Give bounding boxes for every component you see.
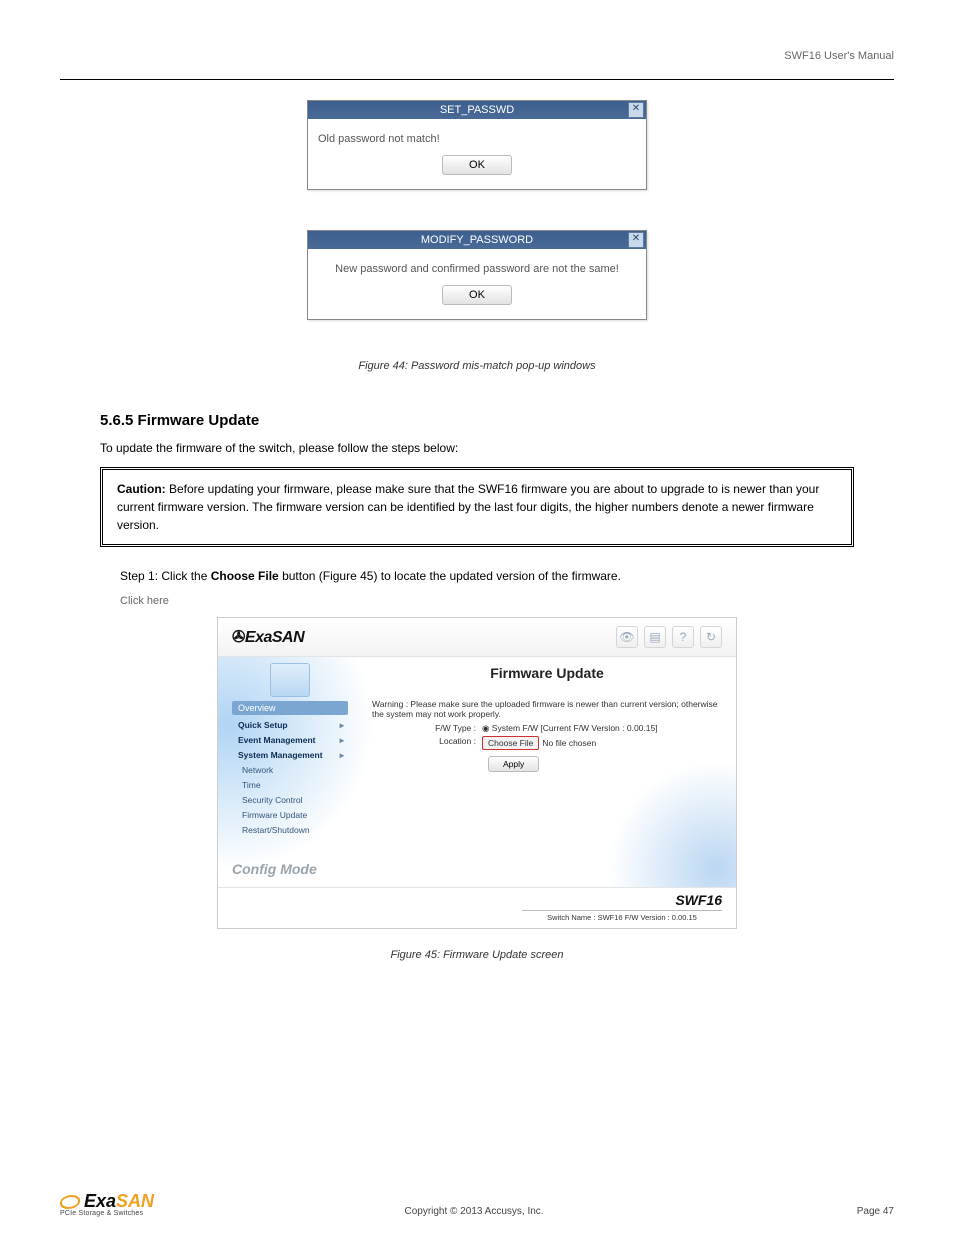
doc-title: SWF16 User's Manual bbox=[60, 40, 894, 62]
chevron-right-icon: ▸ bbox=[340, 735, 344, 746]
exasan-logo: ✇ExaSAN bbox=[232, 627, 304, 647]
dialog-title: SET_PASSWD ✕ bbox=[308, 101, 646, 119]
status-line: Switch Name : SWF16 F/W Version : 0.00.1… bbox=[522, 910, 722, 922]
dialog-title-text: MODIFY_PASSWORD bbox=[421, 234, 533, 246]
sidebar-overview[interactable]: Overview bbox=[232, 701, 348, 715]
figure-caption-44: Figure 44: Password mis-match pop-up win… bbox=[60, 360, 894, 372]
sidebar-item-security-control[interactable]: Security Control bbox=[232, 793, 348, 807]
fw-type-value: ◉ System F/W [Current F/W Version : 0.00… bbox=[482, 723, 722, 734]
location-label: Location : bbox=[372, 736, 482, 750]
firmware-update-screenshot: ✇ExaSAN 👁 ▤ ? ↻ Overview Quick Setup▸ Ev… bbox=[217, 617, 737, 929]
page-icon[interactable]: ▤ bbox=[644, 626, 666, 648]
dialog-message: New password and confirmed password are … bbox=[308, 249, 646, 319]
exasan-footer-logo: ExaSAN PCIe Storage & Switches bbox=[60, 1191, 154, 1217]
section-intro: To update the firmware of the switch, pl… bbox=[100, 439, 854, 457]
chevron-right-icon: ▸ bbox=[340, 750, 344, 761]
sidebar-item-system-management[interactable]: System Management▸ bbox=[232, 748, 348, 762]
sidebar-item-quick-setup[interactable]: Quick Setup▸ bbox=[232, 718, 348, 732]
ok-button[interactable]: OK bbox=[442, 285, 512, 305]
refresh-icon[interactable]: ↻ bbox=[700, 626, 722, 648]
no-file-chosen: No file chosen bbox=[542, 738, 596, 748]
modify-password-dialog: MODIFY_PASSWORD ✕ New password and confi… bbox=[307, 230, 647, 320]
section-heading: 5.6.5 Firmware Update bbox=[100, 412, 894, 429]
apply-button[interactable]: Apply bbox=[488, 756, 539, 772]
footer-tagline: PCIe Storage & Switches bbox=[60, 1210, 154, 1217]
caution-box: Caution: Before updating your firmware, … bbox=[100, 467, 854, 547]
sidebar-item-network[interactable]: Network bbox=[232, 763, 348, 777]
fw-type-label: F/W Type : bbox=[372, 723, 482, 734]
figure-caption-45: Figure 45: Firmware Update screen bbox=[60, 949, 894, 961]
sidebar-item-restart-shutdown[interactable]: Restart/Shutdown bbox=[232, 823, 348, 837]
chevron-right-icon: ▸ bbox=[340, 720, 344, 731]
sidebar: Overview Quick Setup▸ Event Management▸ … bbox=[218, 657, 358, 887]
model-label: SWF16 bbox=[232, 892, 722, 908]
help-icon[interactable]: ? bbox=[672, 626, 694, 648]
copyright: Copyright © 2013 Accusys, Inc. bbox=[154, 1206, 794, 1217]
eye-icon[interactable]: 👁 bbox=[616, 626, 638, 648]
click-here-annotation: Click here bbox=[120, 595, 894, 607]
dialog-title-text: SET_PASSWD bbox=[440, 104, 514, 116]
config-mode-label: Config Mode bbox=[232, 861, 317, 877]
caution-text: Before updating your firmware, please ma… bbox=[117, 482, 819, 532]
overview-icon bbox=[270, 663, 310, 697]
warning-text: Warning : Please make sure the uploaded … bbox=[372, 699, 722, 719]
close-icon[interactable]: ✕ bbox=[628, 232, 644, 248]
choose-file-button[interactable]: Choose File bbox=[482, 736, 539, 750]
dialog-message: Old password not match! OK bbox=[308, 119, 646, 189]
sidebar-item-time[interactable]: Time bbox=[232, 778, 348, 792]
sidebar-item-firmware-update[interactable]: Firmware Update bbox=[232, 808, 348, 822]
page-number: Page 47 bbox=[794, 1206, 894, 1217]
dialog-title: MODIFY_PASSWORD ✕ bbox=[308, 231, 646, 249]
step-1: Step 1: Click the Choose File button (Fi… bbox=[120, 567, 854, 585]
caution-label: Caution: bbox=[117, 482, 166, 496]
close-icon[interactable]: ✕ bbox=[628, 102, 644, 118]
ok-button[interactable]: OK bbox=[442, 155, 512, 175]
set-passwd-dialog: SET_PASSWD ✕ Old password not match! OK bbox=[307, 100, 647, 190]
sidebar-item-event-management[interactable]: Event Management▸ bbox=[232, 733, 348, 747]
page-title: Firmware Update bbox=[372, 665, 722, 681]
